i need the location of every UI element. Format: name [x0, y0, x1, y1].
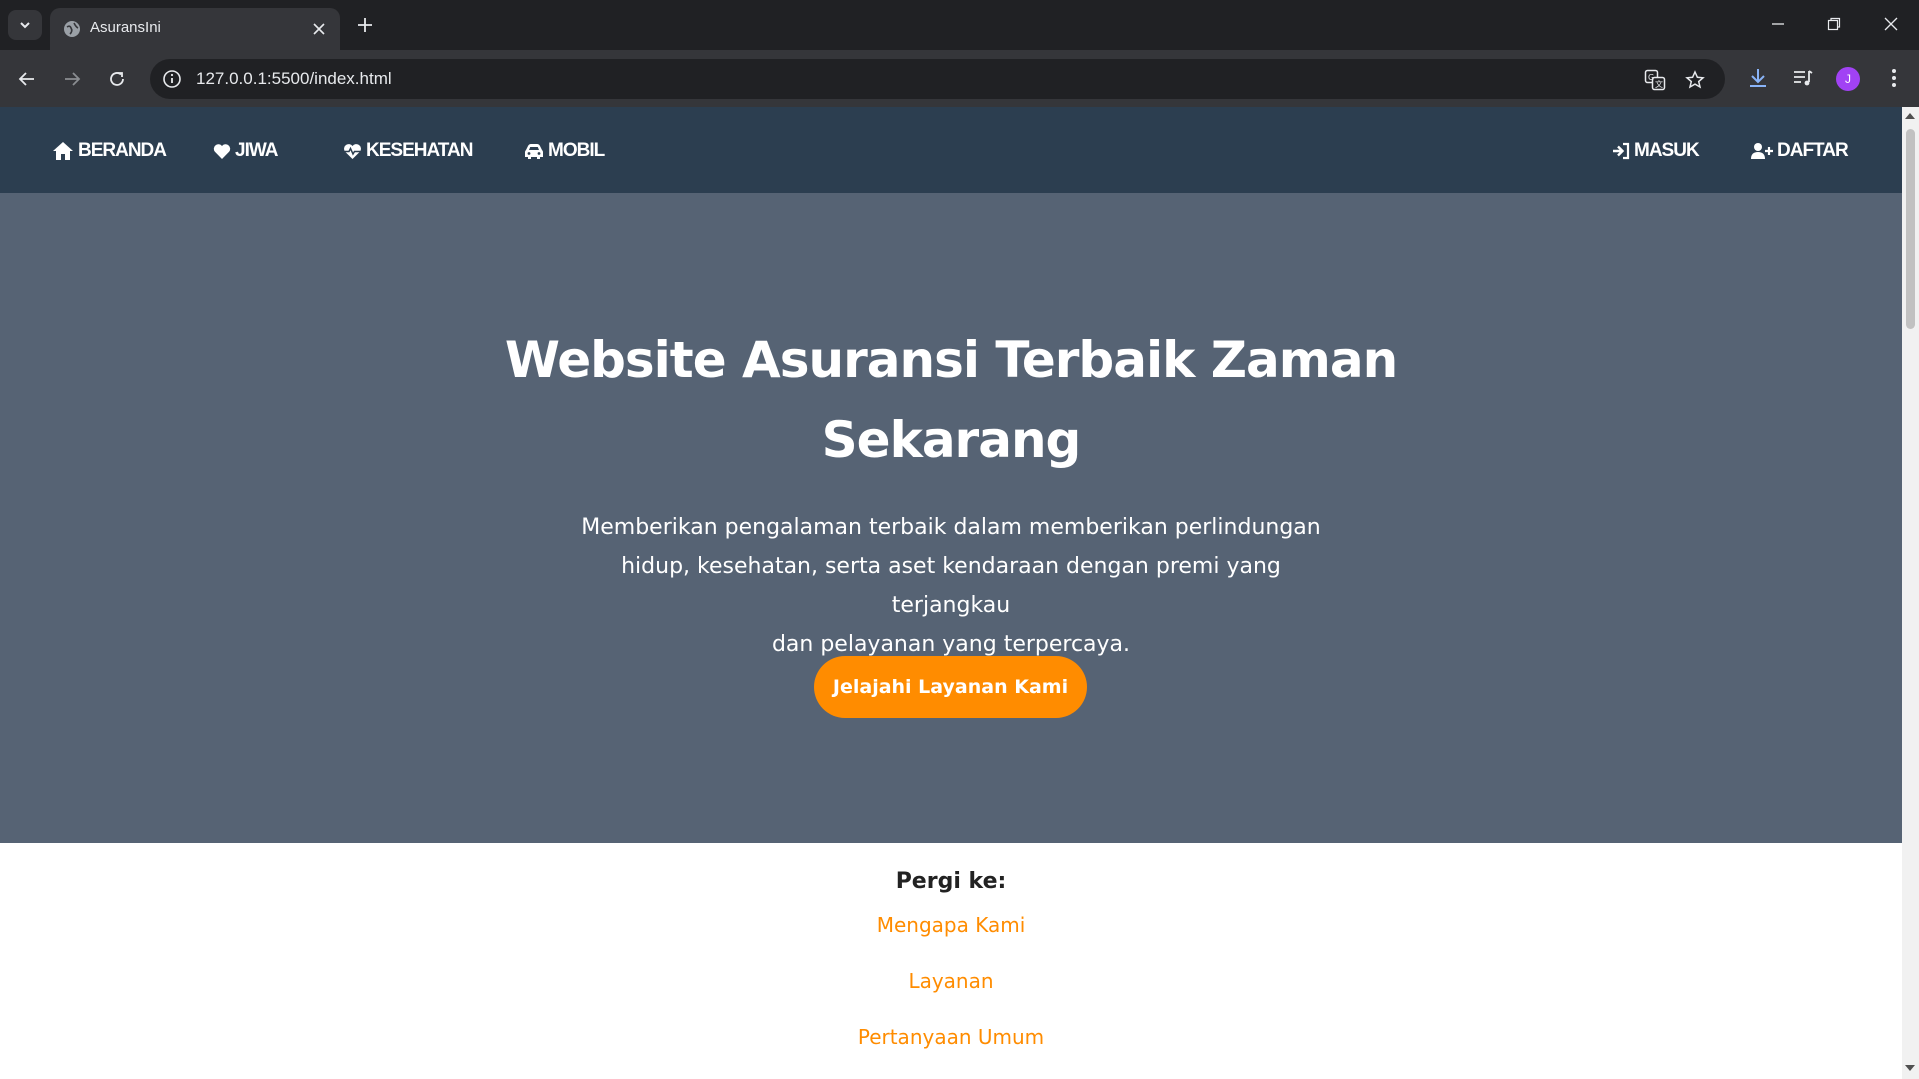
nav-daftar[interactable]: DAFTAR [1751, 138, 1849, 164]
hero-title: Website Asuransi Terbaik Zaman Sekarang [450, 320, 1452, 480]
address-bar[interactable]: 127.0.0.1:5500/index.html G文 [150, 59, 1725, 99]
profile-avatar[interactable]: J [1836, 67, 1860, 91]
translate-icon: G文 [1644, 69, 1666, 91]
hero-title-line-1: Website Asuransi Terbaik Zaman [504, 331, 1398, 389]
translate-button[interactable]: G文 [1642, 67, 1668, 93]
arrow-right-icon [65, 72, 81, 86]
goto-link-layanan[interactable]: Layanan [0, 969, 1902, 993]
browser-tabstrip: AsuransIni [0, 0, 1919, 50]
heart-icon [213, 143, 231, 159]
restore-button[interactable] [1814, 8, 1854, 40]
plus-icon [358, 18, 372, 32]
nav-masuk-label: MASUK [1634, 140, 1700, 161]
tab-search-button[interactable] [8, 10, 42, 40]
hero-subtitle-line-2: hidup, kesehatan, serta aset kendaraan d… [621, 554, 1281, 618]
forward-button[interactable] [55, 62, 89, 96]
star-icon [1685, 70, 1705, 89]
close-window-button[interactable] [1871, 8, 1911, 40]
nav-mobil[interactable]: MOBIL [524, 138, 605, 164]
restore-icon [1827, 17, 1841, 31]
hero-title-line-2: Sekarang [821, 411, 1082, 469]
nav-daftar-label: DAFTAR [1777, 140, 1849, 161]
nav-beranda-label: BERANDA [78, 140, 167, 161]
nav-kesehatan[interactable]: KESEHATAN [343, 138, 473, 164]
heart-pulse-icon [344, 143, 361, 159]
hero-subtitle-line-3: dan pelayanan yang terpercaya. [771, 632, 1131, 657]
globe-icon [64, 21, 80, 37]
page-viewport: BERANDA JIWA KESEHATAN MOBIL MASUK DAFTA… [0, 107, 1902, 1079]
tab-close-button[interactable] [308, 18, 330, 40]
tab-title: AsuransIni [90, 19, 161, 36]
hero-subtitle-line-1: Memberikan pengalaman terbaik dalam memb… [581, 515, 1321, 540]
svg-text:文: 文 [1655, 79, 1663, 89]
reload-icon [110, 72, 124, 86]
minimize-button[interactable] [1758, 8, 1798, 40]
close-icon [1884, 17, 1898, 31]
nav-kesehatan-label: KESEHATAN [366, 140, 473, 161]
more-vertical-icon [1892, 69, 1896, 87]
nav-jiwa[interactable]: JIWA [213, 138, 278, 164]
hero-subtitle: Memberikan pengalaman terbaik dalam memb… [560, 508, 1342, 664]
sign-in-icon [1613, 142, 1630, 160]
nav-mobil-label: MOBIL [548, 140, 605, 161]
hero-section: Website Asuransi Terbaik Zaman Sekarang … [0, 193, 1902, 843]
downloads-button[interactable] [1743, 63, 1773, 93]
download-icon [1750, 69, 1766, 87]
scroll-down-arrow[interactable] [1905, 1065, 1915, 1071]
nav-beranda[interactable]: BERANDA [52, 138, 167, 164]
nav-masuk[interactable]: MASUK [1612, 138, 1700, 164]
browser-toolbar: 127.0.0.1:5500/index.html G文 [0, 50, 1919, 107]
close-icon [313, 23, 325, 35]
site-navbar: BERANDA JIWA KESEHATAN MOBIL MASUK DAFTA… [0, 107, 1902, 193]
menu-button[interactable] [1879, 63, 1909, 93]
car-icon [525, 143, 543, 159]
media-control-button[interactable] [1788, 63, 1818, 93]
svg-text:G: G [1648, 73, 1654, 82]
goto-link-pertanyaan-umum[interactable]: Pertanyaan Umum [0, 1025, 1902, 1049]
goto-section: Pergi ke: Mengapa Kami Layanan Pertanyaa… [0, 843, 1902, 1079]
page-scrollbar[interactable] [1902, 107, 1919, 1079]
goto-link-mengapa-kami[interactable]: Mengapa Kami [0, 913, 1902, 937]
nav-jiwa-label: JIWA [235, 140, 278, 161]
new-tab-button[interactable] [352, 12, 378, 38]
back-button[interactable] [10, 62, 44, 96]
bookmark-button[interactable] [1682, 67, 1708, 93]
goto-heading: Pergi ke: [895, 869, 1007, 894]
browser-tab[interactable]: AsuransIni [50, 8, 340, 50]
home-icon [53, 142, 73, 160]
scroll-thumb[interactable] [1906, 129, 1915, 329]
explore-services-button[interactable]: Jelajahi Layanan Kami [814, 656, 1087, 718]
scroll-up-arrow[interactable] [1905, 113, 1915, 119]
info-icon[interactable] [162, 69, 182, 89]
url-text: 127.0.0.1:5500/index.html [196, 69, 392, 88]
user-plus-icon [1751, 143, 1773, 159]
playlist-icon [1794, 70, 1813, 86]
arrow-left-icon [18, 72, 34, 86]
minimize-icon [1772, 23, 1784, 25]
chevron-down-icon [20, 22, 30, 29]
reload-button[interactable] [100, 62, 134, 96]
